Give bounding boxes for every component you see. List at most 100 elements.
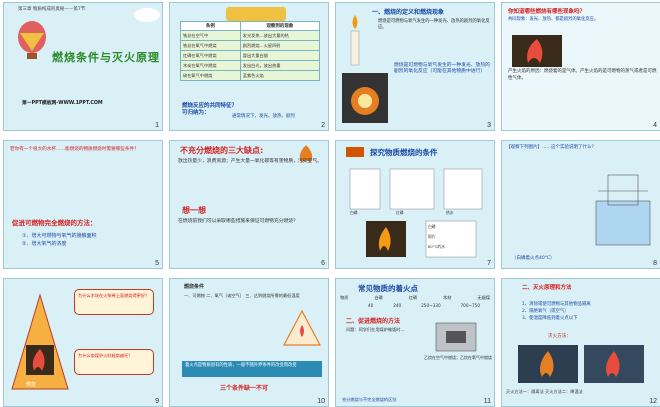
slide7-label: 红磷 bbox=[396, 210, 404, 215]
slide8-text: 【观察下列图片】……这个实验说明了什么？ bbox=[506, 145, 596, 150]
slide10-bar: 着火点是物质固有的性质，一般不随外界条件的改变而改变 bbox=[182, 361, 322, 377]
slide11-text: 问题：同学们在用煤炉做饭时… bbox=[346, 327, 405, 332]
slide5-heading: 促进可燃物完全燃烧的方法： bbox=[12, 219, 97, 227]
slide4-title: 你知道哪些燃烧有哪些现象吗？ bbox=[508, 9, 586, 15]
slide-number: 4 bbox=[653, 122, 657, 129]
slide-number: 7 bbox=[487, 260, 491, 267]
explosion-icon bbox=[342, 73, 388, 123]
slide-thumbnail-6[interactable]: 不充分燃烧的三大缺点: 放出热量少，浪费资源；产生大量一氧化碳等有害物质，污染空… bbox=[169, 140, 329, 269]
triangle-icon bbox=[283, 309, 321, 346]
table-row: 铁丝在空气中 发光发热…放出大量的热 bbox=[180, 30, 321, 41]
table-header: 白磷 bbox=[374, 295, 383, 300]
slide4-text: 共同现象：发光、放热、都是剧烈的氧化反应。 bbox=[508, 17, 599, 22]
list-item: ①、增大可燃物与氧气的接触面积 bbox=[22, 233, 97, 239]
slide11-section: 二、促进燃烧的方法 bbox=[346, 318, 401, 325]
slide-thumbnail-9[interactable]: 为什么木块在火柴棒上面燃烧得更好？ 为什么扇煤炉火时越扇越旺？ 燃烧 9 bbox=[3, 278, 163, 407]
slide11-foot: 充分燃烧与不完全燃烧的区别 bbox=[342, 397, 397, 402]
slide-number: 12 bbox=[649, 398, 657, 405]
slide5-text: 若你有一个很大的水杯……能燃烧的物质燃烧时需要哪些条件？ bbox=[10, 147, 139, 152]
slide12-list: 1、清除或使可燃物与其他物品隔离 2、隔绝氧气（或空气） 3、使温度降低到着火点… bbox=[522, 301, 652, 322]
slide12-method: 灭火方法： bbox=[548, 334, 571, 339]
cloud-icon bbox=[134, 8, 160, 22]
balloon-icon bbox=[18, 21, 46, 59]
table-cell: 240 bbox=[393, 303, 402, 308]
lab-icon bbox=[346, 147, 364, 157]
slide7-label: 白磷 bbox=[350, 210, 358, 215]
table-row: 木炭在氧气中燃烧 发出白光，放出热量 bbox=[180, 60, 321, 71]
slide-thumbnail-7[interactable]: 探究物质燃烧的条件 白磷 红磷 热水 白磷 铜片 80°C的水 7 bbox=[335, 140, 495, 269]
slide10-text: 一、可燃物 二、氧气（或空气） 三、达到燃烧所需的最低温度 bbox=[184, 293, 300, 298]
slide7-label: 80°C的水 bbox=[428, 244, 445, 249]
table-cell: 木炭在氧气中燃烧 bbox=[180, 60, 241, 71]
slide2-table: 条例 观察到的现象 铁丝在空气中 发光发热…放出大量的热 铁丝在氧气中燃烧 剧烈… bbox=[180, 21, 321, 81]
table-cell: 硫在氧气中燃烧 bbox=[180, 70, 241, 81]
slide2-answer: 通常情况下，发光、放热、剧烈 bbox=[232, 114, 295, 119]
slide10-foot: 三个条件缺一不可 bbox=[220, 385, 269, 392]
table-header: 无烟煤 bbox=[477, 295, 490, 300]
candle-icon bbox=[350, 15, 360, 66]
table-cell: 250~330 bbox=[421, 303, 441, 308]
slide2-question: 燃烧反应的共同特征？ 可归纳为： bbox=[182, 103, 238, 117]
slide11-headers: 物质 白磷 红磷 木材 无烟煤 bbox=[340, 295, 490, 301]
table-cell: 700~750 bbox=[460, 303, 481, 308]
slide6-think: 想一想 bbox=[182, 206, 206, 215]
slide-thumbnail-2[interactable]: 条例 观察到的现象 铁丝在空气中 发光发热…放出大量的热 铁丝在氧气中燃烧 剧烈… bbox=[169, 2, 329, 131]
table-cell: 蓝紫色火焰 bbox=[239, 70, 321, 81]
slide-number: 8 bbox=[653, 260, 657, 267]
list-item: ②、增大氧气的浓度 bbox=[22, 240, 67, 247]
slide-thumbnail-12[interactable]: 二、灭火原理和方法 1、清除或使可燃物与其他物品隔离 2、隔绝氧气（或空气） 3… bbox=[501, 278, 660, 407]
table-header: 木材 bbox=[443, 295, 452, 300]
slide5-list: ①、增大可燃物与氧气的接触面积 ②、增大氧气的浓度 bbox=[22, 233, 96, 249]
slide-number: 2 bbox=[321, 122, 325, 129]
slide7-label: 铜片 bbox=[428, 234, 436, 239]
slide-number: 9 bbox=[155, 398, 159, 405]
slide12-bottom: 灭火方法一：隔离法 灭火方法二：降温法 bbox=[506, 389, 583, 394]
slide-thumbnail-8[interactable]: 【观察下列图片】……这个实验说明了什么？ （白磷着火点40°C） 8 bbox=[501, 140, 660, 269]
table-header: 观察到的现象 bbox=[239, 21, 321, 31]
slide1-title: 燃烧条件与灭火原理 bbox=[52, 51, 160, 64]
fire-icon bbox=[512, 35, 562, 67]
slide1-top-text: 第三章 物质构成的奥秘——第7节 bbox=[18, 7, 86, 12]
table-cell: 铁丝在空气中 bbox=[180, 30, 241, 41]
slide11-title: 常见物质的着火点 bbox=[358, 284, 418, 293]
experiment-diagram bbox=[349, 168, 483, 258]
slide-number: 5 bbox=[155, 260, 159, 267]
slide3-text2: 燃烧是可燃物与氧气发生的一种发光、放热的剧烈的氧化反应（可能在其他物质中进行） bbox=[394, 63, 490, 75]
slide-number: 10 bbox=[317, 398, 325, 405]
slide11-values: 40 240 250~330 700~750 bbox=[340, 303, 490, 308]
table-header: 条例 bbox=[180, 21, 241, 31]
beaker-diagram bbox=[595, 174, 651, 246]
slide-number: 11 bbox=[483, 398, 491, 405]
slide-thumbnail-10[interactable]: 燃烧条件 一、可燃物 二、氧气（或空气） 三、达到燃烧所需的最低温度 着火点是物… bbox=[169, 278, 329, 407]
slide12-title: 二、灭火原理和方法 bbox=[522, 285, 572, 291]
table-header: 物质 bbox=[340, 295, 349, 300]
slide4-bottom: 产生火焰的原因：燃烧着的是气体。产生火焰的是可燃物的蒸气或者是可燃性气体。 bbox=[508, 69, 657, 81]
table-cell: 40 bbox=[367, 303, 374, 308]
slide-number: 3 bbox=[487, 122, 491, 129]
slide6-text: 放出热量少，浪费资源；产生大量一氧化碳等有害物质，污染空气。 bbox=[178, 159, 322, 164]
table-cell: 冒出大量白烟 bbox=[239, 50, 321, 61]
table-header: 红磷 bbox=[408, 295, 418, 300]
table-row: 红磷在氧气中燃烧 冒出大量白烟 bbox=[180, 50, 321, 61]
stove-icon bbox=[435, 322, 477, 352]
table-row: 铁丝在氧气中燃烧 剧烈燃烧…火星四射 bbox=[180, 40, 321, 51]
slide-thumbnail-5[interactable]: 若你有一个很大的水杯……能燃烧的物质燃烧时需要哪些条件？ 促进可燃物完全燃烧的方… bbox=[3, 140, 163, 269]
slide9-label: 燃烧 bbox=[26, 382, 37, 388]
slide7-label: 白磷 bbox=[428, 224, 436, 229]
slide-grid: 第三章 物质构成的奥秘——第7节 燃烧条件与灭火原理 第一PPT模板网-WWW.… bbox=[0, 0, 660, 407]
list-item: 2、隔绝氧气（或空气） bbox=[522, 309, 569, 315]
table-cell: 发光发热…放出大量的热 bbox=[239, 30, 321, 41]
slide-number: 1 bbox=[155, 122, 159, 129]
slide1-url: 第一PPT模板网-WWW.1PPT.COM bbox=[22, 101, 103, 106]
fire-extinguish-images bbox=[518, 345, 644, 383]
slide3-title: 一、燃烧的定义和燃烧现象 bbox=[372, 9, 445, 16]
slide9-box: 为什么扇煤炉火时越扇越旺？ bbox=[74, 349, 154, 375]
slide-number: 6 bbox=[321, 260, 325, 267]
slide-thumbnail-4[interactable]: 你知道哪些燃烧有哪些现象吗？ 共同现象：发光、放热、都是剧烈的氧化反应。 产生火… bbox=[501, 2, 660, 131]
slide-thumbnail-11[interactable]: 常见物质的着火点 物质 白磷 红磷 木材 无烟煤 40 240 250~330 … bbox=[335, 278, 495, 407]
list-item: 3、使温度降低到着火点以下 bbox=[522, 316, 578, 322]
list-item: 1、清除或使可燃物与其他物品隔离 bbox=[522, 302, 591, 307]
slide-thumbnail-1[interactable]: 第三章 物质构成的奥秘——第7节 燃烧条件与灭火原理 第一PPT模板网-WWW.… bbox=[3, 2, 163, 131]
slide6-title: 不充分燃烧的三大缺点: bbox=[180, 146, 264, 155]
slide-thumbnail-3[interactable]: 一、燃烧的定义和燃烧现象 燃烧是可燃物与氧气发生的一种发光、放热的剧烈的氧化反应… bbox=[335, 2, 495, 131]
